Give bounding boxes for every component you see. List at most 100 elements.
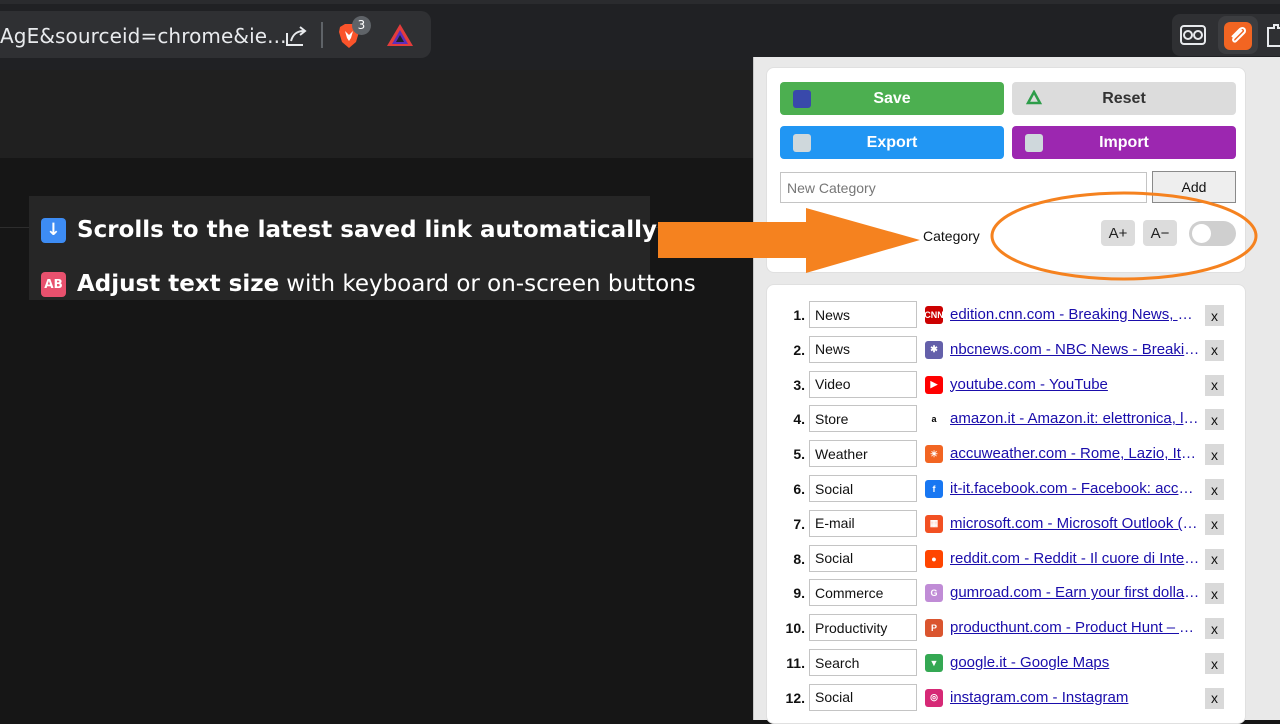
link-row: 3. ▶ youtube.com - YouTube x: [767, 370, 1247, 399]
link-category-input[interactable]: [809, 405, 917, 433]
remove-link-button[interactable]: x: [1205, 618, 1224, 640]
feature-text-size-bold: Adjust text size: [77, 271, 280, 297]
link-category-input[interactable]: [809, 301, 917, 328]
remove-link-button[interactable]: x: [1205, 444, 1224, 466]
link-row: 7. ▦ microsoft.com - Microsoft Outlook (pr…: [767, 509, 1247, 538]
link-row: 10. Pproducthunt.com - Product Hunt – The…: [767, 614, 1247, 642]
remove-link-button[interactable]: x: [1205, 687, 1224, 709]
link-row: 8. ● reddit.com - Reddit - Il cuore di Int…: [767, 544, 1247, 573]
extension-icon[interactable]: [1178, 22, 1208, 48]
floppy-disk-icon: [793, 90, 811, 108]
remove-link-button[interactable]: x: [1205, 479, 1224, 500]
export-button[interactable]: Export: [780, 126, 1004, 159]
controls-panel: Save Reset Export Import Add Category A+…: [766, 67, 1246, 273]
link-number: 4.: [793, 411, 805, 428]
toolbar-divider: [321, 22, 323, 48]
export-label: Export: [866, 133, 918, 151]
sun-icon: ☀: [925, 445, 943, 464]
feature-scroll: ↓ Scrolls to the latest saved link autom…: [41, 217, 664, 243]
favicon-icon: f: [925, 480, 943, 498]
link-category-input[interactable]: [809, 335, 917, 363]
clip-extension-icon[interactable]: [1224, 22, 1252, 50]
import-button[interactable]: Import: [1012, 126, 1236, 159]
feature-scroll-text: Scrolls to the latest saved link automat…: [77, 217, 657, 243]
link-category-input[interactable]: [809, 509, 917, 537]
link-category-input[interactable]: [809, 544, 917, 572]
link-number: 1.: [793, 307, 805, 323]
saved-link[interactable]: edition.cnn.com - Breaking News, Latest …: [950, 306, 1200, 323]
link-row: 11. ▼ google.it - Google Maps x: [767, 649, 1247, 677]
puzzle-icon[interactable]: [1266, 22, 1280, 50]
remove-link-button[interactable]: x: [1205, 548, 1224, 570]
toggle-knob: [1192, 224, 1211, 243]
saved-link[interactable]: reddit.com - Reddit - Il cuore di Intern…: [950, 550, 1200, 567]
down-arrow-emoji-icon: ↓: [41, 217, 66, 243]
maps-pin-icon: ▼: [925, 654, 943, 672]
saved-link[interactable]: nbcnews.com - NBC News - Breaking News &…: [950, 341, 1200, 358]
saved-link[interactable]: youtube.com - YouTube: [950, 376, 1200, 393]
link-row: 2. ✱ nbcnews.com - NBC News - Breaking New…: [767, 335, 1247, 364]
saved-link[interactable]: google.it - Google Maps: [950, 654, 1200, 671]
remove-link-button[interactable]: x: [1205, 409, 1224, 431]
link-category-input[interactable]: [809, 370, 917, 398]
saved-link[interactable]: microsoft.com - Microsoft Outlook (prece…: [950, 515, 1200, 532]
remove-link-button[interactable]: x: [1205, 653, 1224, 674]
remove-link-button[interactable]: x: [1205, 339, 1224, 361]
save-label: Save: [873, 89, 911, 107]
youtube-icon: ▶: [925, 375, 943, 394]
favicon-icon: G: [925, 584, 943, 603]
reddit-icon: ●: [925, 549, 943, 568]
tab-strip-edge: [0, 0, 1280, 4]
reset-label: Reset: [1102, 89, 1146, 107]
favicon-icon: CNN: [925, 306, 943, 324]
toggle-switch[interactable]: [1189, 221, 1236, 246]
saved-link[interactable]: it-it.facebook.com - Facebook: accedi o …: [950, 480, 1200, 497]
save-button[interactable]: Save: [780, 82, 1004, 115]
link-number: 10.: [785, 620, 805, 637]
link-row: 1. CNN edition.cnn.com - Breaking News, La…: [767, 301, 1247, 329]
link-row: 9. Ggumroad.com - Earn your first dollar …: [767, 579, 1247, 607]
saved-link[interactable]: instagram.com - Instagram: [950, 689, 1200, 706]
link-number: 9.: [793, 585, 805, 602]
increase-text-size-button[interactable]: A+: [1101, 220, 1135, 246]
saved-link[interactable]: amazon.it - Amazon.it: elettronica, libr…: [950, 410, 1200, 427]
nbc-peacock-icon: ✱: [925, 340, 943, 359]
add-category-button[interactable]: Add: [1152, 171, 1236, 203]
link-number: 5.: [793, 446, 805, 463]
link-number: 12.: [785, 689, 805, 706]
remove-link-button[interactable]: x: [1205, 374, 1224, 396]
brave-rewards-icon[interactable]: [386, 22, 414, 48]
link-category-input[interactable]: [809, 579, 917, 607]
link-category-input[interactable]: [809, 440, 917, 468]
remove-link-button[interactable]: x: [1205, 305, 1224, 326]
link-category-input[interactable]: [809, 614, 917, 642]
import-label: Import: [1099, 133, 1149, 151]
remove-link-button[interactable]: x: [1205, 583, 1224, 605]
recycle-icon: [1025, 89, 1043, 108]
saved-link[interactable]: gumroad.com - Earn your first dollar onl…: [950, 584, 1200, 601]
remove-link-button[interactable]: x: [1205, 513, 1224, 535]
link-number: 7.: [793, 515, 805, 532]
saved-links-list: 1. CNN edition.cnn.com - Breaking News, La…: [766, 284, 1246, 724]
extension-popup: Save Reset Export Import Add Category A+…: [753, 57, 1280, 724]
favicon-icon: a: [925, 410, 943, 429]
favicon-icon: P: [925, 619, 943, 638]
url-text[interactable]: AgE&sourceid=chrome&ie...: [0, 24, 287, 48]
inbox-tray-icon: [1025, 134, 1043, 152]
link-number: 8.: [793, 550, 805, 567]
share-icon[interactable]: [283, 23, 309, 49]
shield-count-badge: 3: [352, 16, 371, 35]
saved-link[interactable]: producthunt.com - Product Hunt – The bes…: [950, 619, 1200, 636]
saved-link[interactable]: accuweather.com - Rome, Lazio, Italy Wea…: [950, 445, 1200, 462]
feature-text-size-rest: with keyboard or on-screen buttons: [286, 271, 696, 297]
decrease-text-size-button[interactable]: A−: [1143, 220, 1177, 246]
link-number: 6.: [793, 481, 805, 497]
reset-button[interactable]: Reset: [1012, 82, 1236, 115]
link-category-input[interactable]: [809, 649, 917, 676]
link-category-input[interactable]: [809, 683, 917, 711]
outbox-tray-icon: [793, 134, 811, 152]
link-category-input[interactable]: [809, 475, 917, 502]
feature-callout: ↓ Scrolls to the latest saved link autom…: [29, 196, 696, 300]
new-category-input[interactable]: [780, 172, 1147, 203]
feature-text-size: AB Adjust text size with keyboard or on-…: [41, 271, 696, 297]
